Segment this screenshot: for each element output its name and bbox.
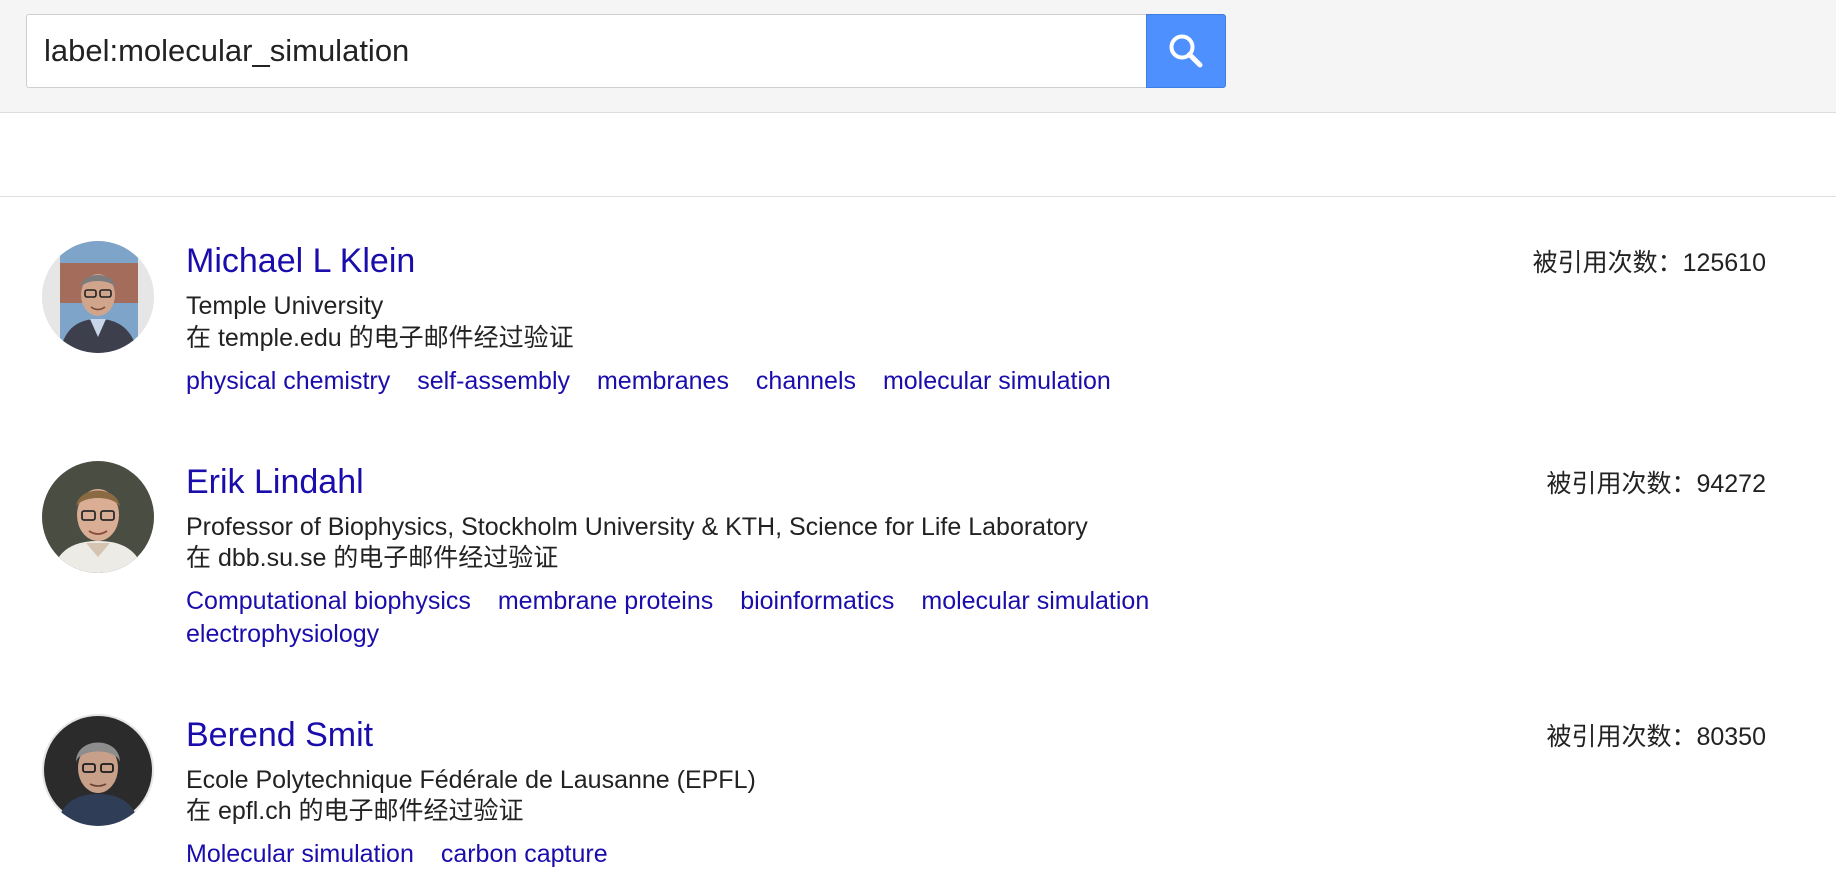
interest-link[interactable]: carbon capture [441, 840, 608, 868]
search-input[interactable] [26, 14, 1146, 88]
author-affiliation: Professor of Biophysics, Stockholm Unive… [186, 513, 1088, 541]
verified-email: 在 temple.edu 的电子邮件经过验证 [186, 324, 574, 352]
interest-link[interactable]: membranes [597, 367, 729, 395]
search-icon [1169, 34, 1203, 68]
interest-link[interactable]: self-assembly [417, 367, 570, 395]
verified-email: 在 epfl.ch 的电子邮件经过验证 [186, 797, 524, 825]
interest-link[interactable]: bioinformatics [740, 587, 894, 615]
interest-link[interactable]: Molecular simulation [186, 840, 414, 868]
interest-link[interactable]: Computational biophysics [186, 587, 471, 615]
search-header [0, 0, 1836, 113]
verified-email: 在 dbb.su.se 的电子邮件经过验证 [186, 544, 559, 572]
results-divider [0, 196, 1836, 197]
author-name-link[interactable]: Erik Lindahl [186, 462, 364, 502]
search-button[interactable] [1146, 14, 1226, 88]
research-interests: Computational biophysics membrane protei… [186, 585, 1226, 651]
interest-link[interactable]: channels [756, 367, 856, 395]
avatar-erik-lindahl[interactable] [42, 461, 154, 573]
author-name-link[interactable]: Berend Smit [186, 715, 373, 755]
citation-count: 被引用次数：125610 [1532, 249, 1766, 277]
research-interests: physical chemistry self-assembly membran… [186, 365, 1226, 398]
interest-link[interactable]: molecular simulation [883, 367, 1111, 395]
interest-link[interactable]: physical chemistry [186, 367, 390, 395]
avatar-michael-l-klein[interactable] [42, 241, 154, 353]
citation-count: 被引用次数：80350 [1546, 723, 1766, 751]
author-name-link[interactable]: Michael L Klein [186, 241, 415, 281]
author-affiliation: Ecole Polytechnique Fédérale de Lausanne… [186, 766, 756, 794]
research-interests: Molecular simulation carbon capture [186, 838, 1226, 871]
avatar-berend-smit[interactable] [42, 714, 154, 826]
interest-link[interactable]: membrane proteins [498, 587, 713, 615]
interest-link[interactable]: electrophysiology [186, 620, 379, 648]
citation-count: 被引用次数：94272 [1546, 470, 1766, 498]
author-affiliation: Temple University [186, 292, 384, 320]
interest-link[interactable]: molecular simulation [921, 587, 1149, 615]
